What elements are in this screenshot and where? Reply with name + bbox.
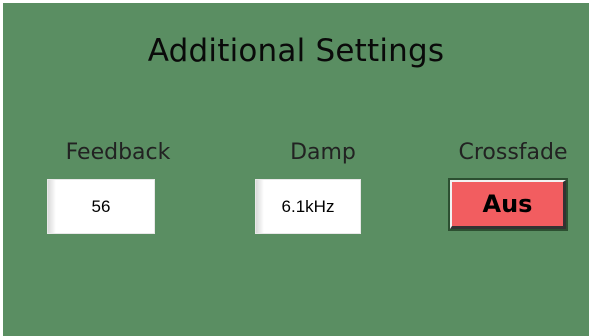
crossfade-toggle-button[interactable]: Aus	[448, 178, 568, 231]
damp-label: Damp	[290, 140, 356, 165]
panel-title: Additional Settings	[147, 33, 445, 69]
additional-settings-panel: Additional Settings Feedback 56 Damp 6.1…	[3, 3, 589, 336]
feedback-field[interactable]: 56	[47, 179, 155, 234]
damp-field[interactable]: 6.1kHz	[255, 179, 361, 234]
crossfade-label: Crossfade	[458, 140, 568, 165]
feedback-label: Feedback	[65, 140, 171, 165]
